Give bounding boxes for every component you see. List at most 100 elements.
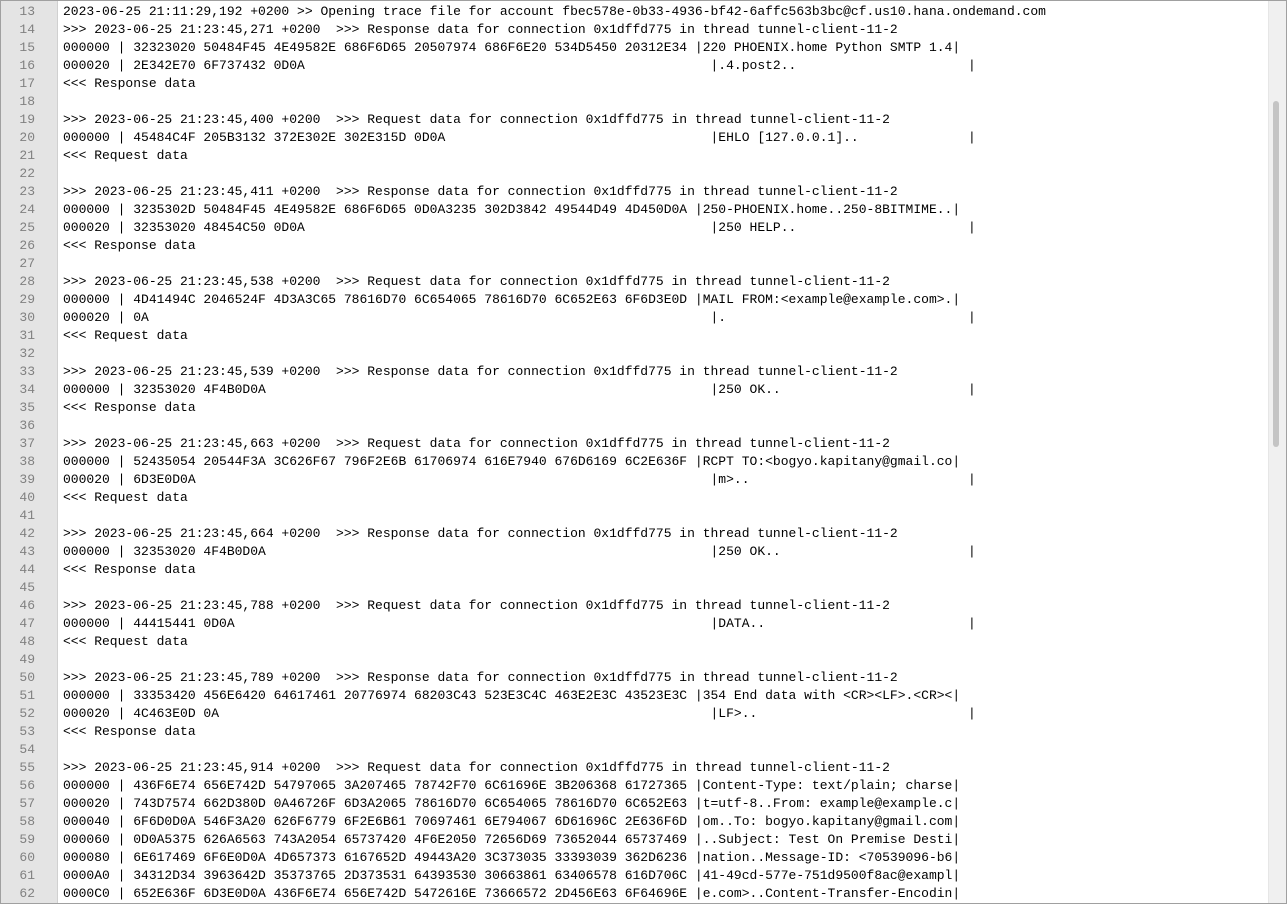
code-line[interactable]: 33 >>> 2023-06-25 21:23:45,539 +0200 >>> …	[1, 363, 1269, 381]
code-line[interactable]: 46 >>> 2023-06-25 21:23:45,788 +0200 >>> …	[1, 597, 1269, 615]
line-text[interactable]: >>> 2023-06-25 21:23:45,664 +0200 >>> Re…	[63, 525, 898, 543]
code-line[interactable]: 57 000020 | 743D7574 662D380D 0A46726F 6D…	[1, 795, 1269, 813]
code-line[interactable]: 23 >>> 2023-06-25 21:23:45,411 +0200 >>> …	[1, 183, 1269, 201]
code-line[interactable]: 58 000040 | 6F6D0D0A 546F3A20 626F6779 6F…	[1, 813, 1269, 831]
line-text[interactable]: 000000 | 44415441 0D0A |DATA.. |	[63, 615, 976, 633]
line-text[interactable]: 000000 | 45484C4F 205B3132 372E302E 302E…	[63, 129, 976, 147]
line-text[interactable]: >>> 2023-06-25 21:23:45,914 +0200 >>> Re…	[63, 759, 890, 777]
code-line[interactable]: 22	[1, 165, 1269, 183]
line-text[interactable]: <<< Request data	[63, 327, 188, 345]
code-line[interactable]: 40 <<< Request data	[1, 489, 1269, 507]
code-line[interactable]: 42 >>> 2023-06-25 21:23:45,664 +0200 >>> …	[1, 525, 1269, 543]
line-text[interactable]: 000060 | 0D0A5375 626A6563 743A2054 6573…	[63, 831, 960, 849]
code-line[interactable]: 34 000000 | 32353020 4F4B0D0A |250 OK.. |	[1, 381, 1269, 399]
line-number: 40	[19, 490, 35, 505]
line-text[interactable]: 000000 | 4D41494C 2046524F 4D3A3C65 7861…	[63, 291, 960, 309]
line-number: 33	[19, 364, 35, 379]
code-line[interactable]: 29 000000 | 4D41494C 2046524F 4D3A3C65 78…	[1, 291, 1269, 309]
line-text[interactable]: 000020 | 2E342E70 6F737432 0D0A |.4.post…	[63, 57, 976, 75]
code-line[interactable]: 55 >>> 2023-06-25 21:23:45,914 +0200 >>> …	[1, 759, 1269, 777]
code-line[interactable]: 47 000000 | 44415441 0D0A |DATA.. |	[1, 615, 1269, 633]
line-text[interactable]: <<< Response data	[63, 75, 196, 93]
line-text[interactable]: <<< Request data	[63, 633, 188, 651]
code-line[interactable]: 36	[1, 417, 1269, 435]
line-text[interactable]: 000000 | 32353020 4F4B0D0A |250 OK.. |	[63, 543, 976, 561]
code-line[interactable]: 37 >>> 2023-06-25 21:23:45,663 +0200 >>> …	[1, 435, 1269, 453]
line-text[interactable]: >>> 2023-06-25 21:23:45,271 +0200 >>> Re…	[63, 21, 898, 39]
code-line[interactable]: 62 0000C0 | 652E636F 6D3E0D0A 436F6E74 65…	[1, 885, 1269, 903]
code-line[interactable]: 48 <<< Request data	[1, 633, 1269, 651]
line-text[interactable]: <<< Response data	[63, 561, 196, 579]
line-text[interactable]: 000040 | 6F6D0D0A 546F3A20 626F6779 6F2E…	[63, 813, 960, 831]
line-number: 53	[19, 724, 35, 739]
code-line[interactable]: 41	[1, 507, 1269, 525]
code-line[interactable]: 39 000020 | 6D3E0D0A |m>.. |	[1, 471, 1269, 489]
code-line[interactable]: 51 000000 | 33353420 456E6420 64617461 20…	[1, 687, 1269, 705]
code-line[interactable]: 17 <<< Response data	[1, 75, 1269, 93]
code-line[interactable]: 61 0000A0 | 34312D34 3963642D 35373765 2D…	[1, 867, 1269, 885]
code-line[interactable]: 16 000020 | 2E342E70 6F737432 0D0A |.4.po…	[1, 57, 1269, 75]
line-text[interactable]: 0000A0 | 34312D34 3963642D 35373765 2D37…	[63, 867, 960, 885]
code-line[interactable]: 45	[1, 579, 1269, 597]
code-line[interactable]: 25 000020 | 32353020 48454C50 0D0A |250 H…	[1, 219, 1269, 237]
code-line[interactable]: 14 >>> 2023-06-25 21:23:45,271 +0200 >>> …	[1, 21, 1269, 39]
code-line[interactable]: 21 <<< Request data	[1, 147, 1269, 165]
code-line[interactable]: 59 000060 | 0D0A5375 626A6563 743A2054 65…	[1, 831, 1269, 849]
line-text[interactable]: >>> 2023-06-25 21:23:45,411 +0200 >>> Re…	[63, 183, 898, 201]
code-line[interactable]: 24 000000 | 3235302D 50484F45 4E49582E 68…	[1, 201, 1269, 219]
line-text[interactable]: >>> 2023-06-25 21:23:45,789 +0200 >>> Re…	[63, 669, 898, 687]
line-text[interactable]: 000020 | 0A |. |	[63, 309, 976, 327]
code-line[interactable]: 53 <<< Response data	[1, 723, 1269, 741]
line-text[interactable]: 2023-06-25 21:11:29,192 +0200 >> Opening…	[63, 3, 1046, 21]
line-text[interactable]: >>> 2023-06-25 21:23:45,538 +0200 >>> Re…	[63, 273, 890, 291]
code-line[interactable]: 18	[1, 93, 1269, 111]
line-text[interactable]: 000000 | 52435054 20544F3A 3C626F67 796F…	[63, 453, 960, 471]
code-line[interactable]: 19 >>> 2023-06-25 21:23:45,400 +0200 >>> …	[1, 111, 1269, 129]
line-text[interactable]: 000020 | 6D3E0D0A |m>.. |	[63, 471, 976, 489]
scrollbar-thumb[interactable]	[1273, 101, 1279, 447]
line-text[interactable]: <<< Response data	[63, 237, 196, 255]
code-line[interactable]: 13 2023-06-25 21:11:29,192 +0200 >> Openi…	[1, 3, 1269, 21]
code-line[interactable]: 35 <<< Response data	[1, 399, 1269, 417]
line-text[interactable]: 0000C0 | 652E636F 6D3E0D0A 436F6E74 656E…	[63, 885, 960, 903]
code-line[interactable]: 31 <<< Request data	[1, 327, 1269, 345]
line-text[interactable]: 000020 | 32353020 48454C50 0D0A |250 HEL…	[63, 219, 976, 237]
line-text[interactable]: 000080 | 6E617469 6F6E0D0A 4D657373 6167…	[63, 849, 960, 867]
line-text[interactable]: >>> 2023-06-25 21:23:45,788 +0200 >>> Re…	[63, 597, 890, 615]
line-text[interactable]: 000000 | 32353020 4F4B0D0A |250 OK.. |	[63, 381, 976, 399]
line-text[interactable]: >>> 2023-06-25 21:23:45,539 +0200 >>> Re…	[63, 363, 898, 381]
code-line[interactable]: 26 <<< Response data	[1, 237, 1269, 255]
line-number: 26	[19, 238, 35, 253]
code-line[interactable]: 54	[1, 741, 1269, 759]
line-text[interactable]: <<< Request data	[63, 147, 188, 165]
code-line[interactable]: 30 000020 | 0A |. |	[1, 309, 1269, 327]
line-text[interactable]: 000000 | 32323020 50484F45 4E49582E 686F…	[63, 39, 960, 57]
code-line[interactable]: 52 000020 | 4C463E0D 0A |LF>.. |	[1, 705, 1269, 723]
line-text[interactable]: <<< Request data	[63, 489, 188, 507]
vertical-scrollbar[interactable]	[1268, 1, 1286, 903]
line-text[interactable]: <<< Response data	[63, 723, 196, 741]
code-line[interactable]: 56 000000 | 436F6E74 656E742D 54797065 3A…	[1, 777, 1269, 795]
code-line[interactable]: 44 <<< Response data	[1, 561, 1269, 579]
line-text[interactable]: <<< Response data	[63, 399, 196, 417]
line-text[interactable]: 000000 | 436F6E74 656E742D 54797065 3A20…	[63, 777, 960, 795]
code-line[interactable]: 43 000000 | 32353020 4F4B0D0A |250 OK.. |	[1, 543, 1269, 561]
line-number: 58	[19, 814, 35, 829]
code-line[interactable]: 28 >>> 2023-06-25 21:23:45,538 +0200 >>> …	[1, 273, 1269, 291]
line-text[interactable]: 000000 | 33353420 456E6420 64617461 2077…	[63, 687, 960, 705]
code-line[interactable]: 50 >>> 2023-06-25 21:23:45,789 +0200 >>> …	[1, 669, 1269, 687]
line-text[interactable]: >>> 2023-06-25 21:23:45,663 +0200 >>> Re…	[63, 435, 890, 453]
line-text[interactable]: 000020 | 4C463E0D 0A |LF>.. |	[63, 705, 976, 723]
code-line[interactable]: 15 000000 | 32323020 50484F45 4E49582E 68…	[1, 39, 1269, 57]
line-text[interactable]: 000020 | 743D7574 662D380D 0A46726F 6D3A…	[63, 795, 960, 813]
code-line[interactable]: 32	[1, 345, 1269, 363]
line-text[interactable]: 000000 | 3235302D 50484F45 4E49582E 686F…	[63, 201, 960, 219]
code-area[interactable]: 13 2023-06-25 21:11:29,192 +0200 >> Openi…	[1, 3, 1269, 903]
code-line[interactable]: 60 000080 | 6E617469 6F6E0D0A 4D657373 61…	[1, 849, 1269, 867]
code-line[interactable]: 49	[1, 651, 1269, 669]
code-line[interactable]: 38 000000 | 52435054 20544F3A 3C626F67 79…	[1, 453, 1269, 471]
code-line[interactable]: 20 000000 | 45484C4F 205B3132 372E302E 30…	[1, 129, 1269, 147]
text-editor[interactable]: 13 2023-06-25 21:11:29,192 +0200 >> Openi…	[0, 0, 1287, 904]
line-text[interactable]: >>> 2023-06-25 21:23:45,400 +0200 >>> Re…	[63, 111, 890, 129]
code-line[interactable]: 27	[1, 255, 1269, 273]
